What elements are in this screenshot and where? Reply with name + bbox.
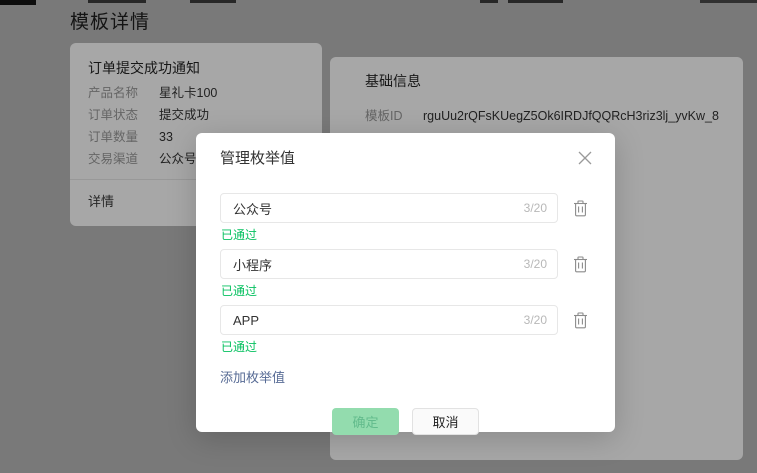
enum-row: 3/20 (220, 249, 591, 279)
enum-status-badge: 已通过 (221, 228, 591, 242)
cancel-button[interactable]: 取消 (412, 408, 479, 435)
modal-footer: 确定 取消 (220, 408, 591, 435)
enum-status-badge: 已通过 (221, 340, 591, 354)
enum-value-input[interactable] (233, 201, 516, 216)
enum-input-box: 3/20 (220, 193, 558, 223)
enum-row: 3/20 (220, 193, 591, 223)
enum-list: 3/20 已通过 3/20 (220, 193, 591, 387)
enum-value-input[interactable] (233, 257, 516, 272)
add-enum-link[interactable]: 添加枚举值 (220, 367, 285, 386)
char-counter: 3/20 (524, 257, 547, 271)
confirm-button[interactable]: 确定 (332, 408, 399, 435)
manage-enum-modal: 管理枚举值 3/20 (196, 133, 615, 432)
delete-enum-button[interactable] (569, 196, 591, 220)
trash-icon (573, 200, 588, 217)
enum-value-input[interactable] (233, 313, 516, 328)
enum-input-box: 3/20 (220, 249, 558, 279)
modal-title: 管理枚举值 (220, 149, 591, 169)
char-counter: 3/20 (524, 313, 547, 327)
delete-enum-button[interactable] (569, 308, 591, 332)
enum-status-badge: 已通过 (221, 284, 591, 298)
close-icon (577, 150, 593, 166)
enum-row: 3/20 (220, 305, 591, 335)
trash-icon (573, 312, 588, 329)
close-button[interactable] (574, 147, 596, 169)
enum-input-box: 3/20 (220, 305, 558, 335)
trash-icon (573, 256, 588, 273)
char-counter: 3/20 (524, 201, 547, 215)
screen: 模板详情 订单提交成功通知 产品名称 星礼卡100 订单状态 提交成功 订单数量… (0, 0, 757, 473)
delete-enum-button[interactable] (569, 252, 591, 276)
